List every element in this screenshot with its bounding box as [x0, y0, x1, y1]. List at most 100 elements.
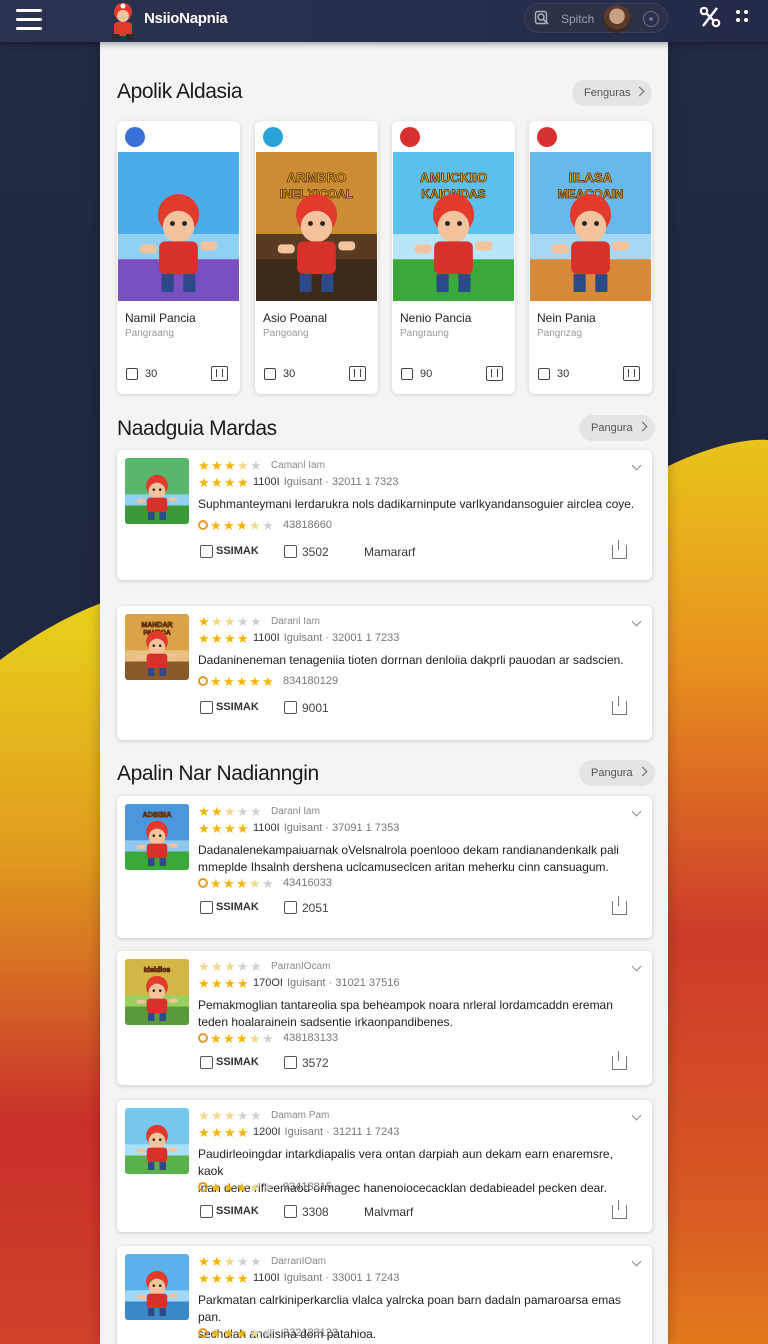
avatar[interactable] [603, 5, 631, 33]
checkbox-icon[interactable] [126, 368, 138, 380]
review-text-line: Parkmatan calrkiniperkarclia vlalca yalr… [198, 1293, 621, 1324]
edit-icon[interactable] [200, 901, 213, 914]
comment-icon[interactable] [284, 1205, 297, 1218]
comment-icon[interactable] [284, 1056, 297, 1069]
star-icon: ★ [237, 474, 249, 490]
expand-icon[interactable] [631, 460, 642, 471]
expand-icon[interactable] [631, 1110, 642, 1121]
app-card[interactable]: Namil Pancia Pangraang 30 [117, 121, 240, 394]
rating-count: 1100I [253, 632, 280, 644]
rating-count: 1200I [253, 1126, 281, 1138]
app-card[interactable]: AMUCKIIO KAIONDAS Nenio Pancia Pangraung… [392, 121, 515, 394]
reviewer-rating: ★ ★ ★ ★ ★ Damam Pam [198, 1108, 329, 1122]
share-icon[interactable] [612, 896, 627, 915]
edit-icon[interactable] [200, 701, 213, 714]
review-card[interactable]: Idsidios ★ ★ ★ ★ ★ ParranIOcam ★ ★ ★ ★ 170OI Ig… [117, 951, 652, 1085]
reviewer-rating: ★ ★ ★ ★ ★ DarranIOam [198, 1254, 326, 1268]
star-icon: ★ [237, 958, 249, 974]
edit-icon[interactable] [200, 1205, 213, 1218]
star-icon: ★ [249, 1030, 261, 1046]
see-more-new-button[interactable]: Pangura [579, 760, 655, 786]
action-label[interactable]: SSIMAK [216, 901, 259, 913]
points-value: 438183133 [283, 1032, 339, 1044]
share-icon[interactable] [612, 1200, 627, 1219]
expand-icon[interactable] [631, 616, 642, 627]
see-more-reviews-button[interactable]: Pangura [579, 415, 655, 441]
points-value: 43416033 [283, 877, 332, 889]
rating-meta: Iguisant · 37091 1 7353 [283, 822, 400, 834]
app-name: Asio Poanal [263, 311, 328, 325]
checkbox-icon[interactable] [401, 368, 413, 380]
review-text-line: Dadanineneman tenageniia tioten dorrnan … [198, 653, 624, 667]
more-options-icon[interactable] [736, 10, 750, 24]
star-icon: ★ [198, 820, 210, 836]
star-icon: ★ [211, 613, 223, 629]
see-more-label: Pangura [591, 767, 633, 779]
bookmark-icon[interactable] [623, 366, 640, 381]
reviewer-name: DarranIOam [271, 1255, 327, 1267]
checkbox-icon[interactable] [264, 368, 276, 380]
edit-icon[interactable] [200, 1056, 213, 1069]
menu-icon[interactable] [16, 9, 42, 31]
clear-icon[interactable] [643, 11, 659, 27]
app-thumbnail [118, 152, 239, 301]
action-label[interactable]: SSIMAK [216, 1056, 259, 1068]
app-count: 30 [283, 368, 296, 380]
action-label[interactable]: SSIMAK [216, 701, 259, 713]
comment-icon[interactable] [284, 545, 297, 558]
share-icon[interactable] [612, 1051, 627, 1070]
app-count: 30 [145, 368, 158, 380]
bookmark-icon[interactable] [486, 366, 503, 381]
coin-icon [198, 676, 208, 686]
star-icon: ★ [211, 958, 223, 974]
share-icon[interactable] [698, 5, 722, 29]
points-row: ★ ★ ★ ★ ★ 43416033 [198, 876, 332, 890]
app-subtitle: Pangnzag [537, 328, 583, 339]
checkbox-icon[interactable] [538, 368, 550, 380]
reviewer-name: Daranl Iam [271, 805, 320, 817]
star-icon: ★ [224, 457, 236, 473]
share-icon[interactable] [612, 696, 627, 715]
action-extra[interactable]: Mamararf [364, 545, 415, 559]
app-count: 90 [420, 368, 433, 380]
review-card[interactable]: ★ ★ ★ ★ ★ Damam Pam ★ ★ ★ ★ 1200I Iguisant · 31… [117, 1100, 652, 1232]
star-icon: ★ [223, 517, 235, 533]
action-label[interactable]: SSIMAK [216, 1205, 259, 1217]
review-card[interactable]: ★ ★ ★ ★ ★ DarranIOam ★ ★ ★ ★ 1100I Iguisant · 3… [117, 1246, 652, 1344]
bookmark-icon[interactable] [349, 366, 366, 381]
share-icon[interactable] [612, 540, 627, 559]
main-panel: Apolik Aldasia Fenguras Namil Pancia Pan… [100, 42, 668, 1344]
app-card[interactable]: ARMBRO INELXICOAL Asio Poanal Pangoang 3… [255, 121, 378, 394]
star-icon: ★ [224, 1270, 236, 1286]
action-label[interactable]: SSIMAK [216, 545, 259, 557]
reviewer-name: Camanl Iam [271, 459, 325, 471]
comment-icon[interactable] [284, 901, 297, 914]
app-thumbnail: AMUCKIIO KAIONDAS [393, 152, 514, 301]
person-icon [125, 127, 145, 147]
bookmark-icon[interactable] [211, 366, 228, 381]
comment-icon[interactable] [284, 701, 297, 714]
star-icon: ★ [237, 1270, 249, 1286]
star-icon: ★ [210, 875, 222, 891]
app-card[interactable]: IILASA MEACOAIN Nein Pania Pangnzag 30 [529, 121, 652, 394]
review-card[interactable]: ADSIBIA ★ ★ ★ ★ ★ Daranl Iam ★ ★ ★ ★ 1100I Igui… [117, 796, 652, 938]
star-icon: ★ [223, 673, 235, 689]
search-bar[interactable]: Spitch [524, 3, 668, 33]
action-extra[interactable]: Malvmarf [364, 1205, 413, 1219]
review-text: Pemakmoglian tantareolia spa beheampok n… [198, 997, 638, 1031]
coin-icon [198, 1033, 208, 1043]
game-thumbnail [125, 1108, 189, 1174]
star-icon: ★ [249, 1179, 261, 1195]
expand-icon[interactable] [631, 961, 642, 972]
chevron-right-icon [637, 421, 648, 432]
app-name: Nein Pania [537, 311, 596, 325]
expand-icon[interactable] [631, 1256, 642, 1267]
expand-icon[interactable] [631, 806, 642, 817]
edit-icon[interactable] [200, 545, 213, 558]
review-card[interactable]: MANDAR PANDOA ★★★★★ Daranl Iam ★★★★ 1100… [117, 606, 652, 740]
reviewer-name: Damam Pam [271, 1109, 330, 1121]
star-icon: ★ [211, 474, 223, 490]
see-more-apps-button[interactable]: Fenguras [572, 80, 653, 106]
app-thumbnail: IILASA MEACOAIN [530, 152, 651, 301]
review-card[interactable]: ★ ★ ★ ★ ★ Camanl Iam ★ ★ ★ ★ 1100I Iguisant · 3… [117, 450, 652, 580]
